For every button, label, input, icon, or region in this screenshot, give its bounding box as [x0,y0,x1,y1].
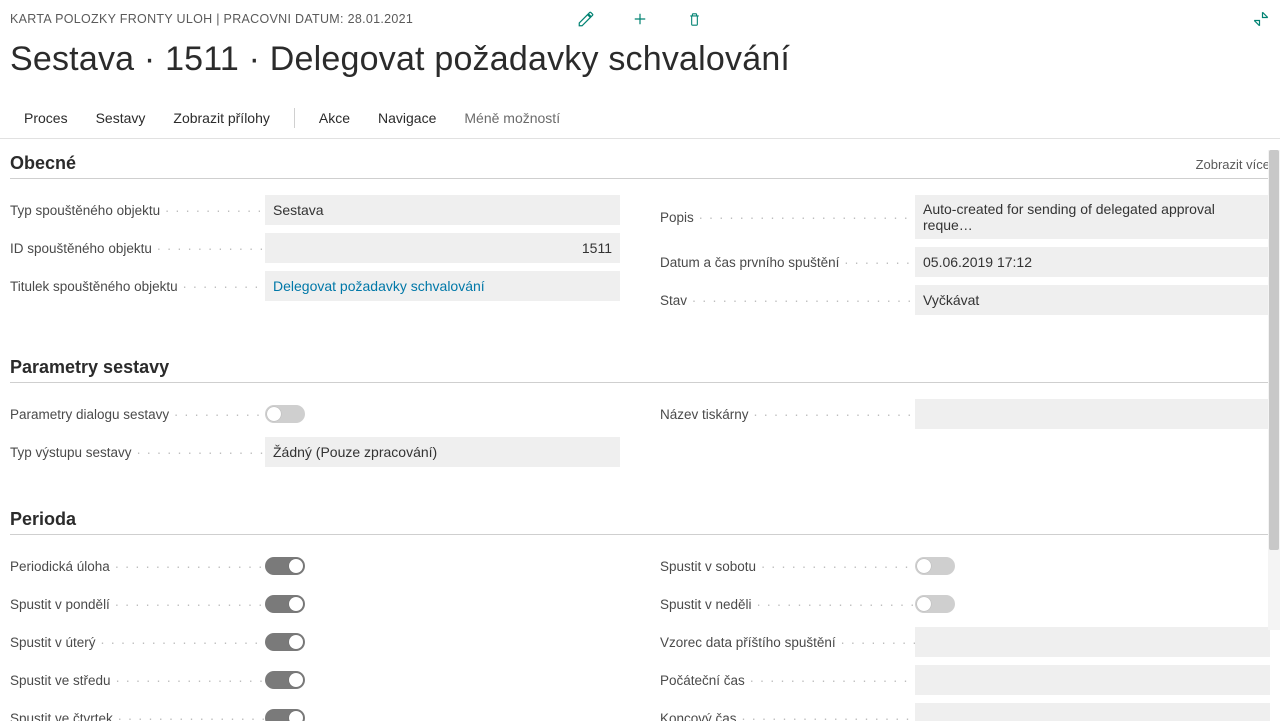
label-titulek: Titulek spouštěného objektu [10,279,265,294]
value-vzorec[interactable] [915,627,1270,657]
page-title: Sestava · 1511 · Delegovat požadavky sch… [0,34,1280,97]
action-sestavy[interactable]: Sestavy [82,100,160,136]
label-vystup: Typ výstupu sestavy [10,445,265,460]
action-proces[interactable]: Proces [10,100,82,136]
label-konc: Koncový čas [660,711,915,721]
label-datum: Datum a čas prvního spuštění [660,255,915,270]
label-sat: Spustit v sobotu [660,559,915,574]
scrollbar-track[interactable] [1268,150,1280,630]
toggle-mon[interactable] [265,595,305,613]
section-params-header: Parametry sestavy [10,357,1270,383]
label-sun: Spustit v neděli [660,597,915,612]
action-navigace[interactable]: Navigace [364,100,450,136]
label-popis: Popis [660,210,915,225]
label-stav: Stav [660,293,915,308]
section-period-header: Perioda [10,509,1270,535]
label-id-objektu: ID spouštěného objektu [10,241,265,256]
value-datum[interactable]: 05.06.2019 17:12 [915,247,1270,277]
value-konc[interactable] [915,703,1270,721]
toggle-dialog[interactable] [265,405,305,423]
value-typ-objektu[interactable]: Sestava [265,195,620,225]
scrollbar-thumb[interactable] [1269,150,1279,550]
toggle-sun[interactable] [915,595,955,613]
action-akce[interactable]: Akce [305,100,364,136]
value-titulek[interactable]: Delegovat požadavky schvalování [265,271,620,301]
collapse-icon[interactable] [1252,10,1270,28]
value-tiskarna[interactable] [915,399,1270,429]
content-area: Obecné Zobrazit více Typ spouštěného obj… [0,139,1280,721]
edit-icon[interactable] [576,9,596,29]
label-dialog: Parametry dialogu sestavy [10,407,265,422]
label-tiskarna: Název tiskárny [660,407,915,422]
toggle-periodic[interactable] [265,557,305,575]
add-icon[interactable] [630,9,650,29]
value-vystup[interactable]: Žádný (Pouze zpracování) [265,437,620,467]
label-wed: Spustit ve středu [10,673,265,688]
value-popis[interactable]: Auto-created for sending of delegated ap… [915,195,1270,239]
toggle-wed[interactable] [265,671,305,689]
section-period-title: Perioda [10,509,76,530]
label-typ-objektu: Typ spouštěného objektu [10,203,265,218]
section-general-title: Obecné [10,153,76,174]
value-pocat[interactable] [915,665,1270,695]
label-periodic: Periodická úloha [10,559,265,574]
section-general-header: Obecné Zobrazit více [10,153,1270,179]
divider [294,108,295,128]
toggle-sat[interactable] [915,557,955,575]
value-stav[interactable]: Vyčkávat [915,285,1270,315]
label-vzorec: Vzorec data příštího spuštění [660,635,915,650]
action-prilohy[interactable]: Zobrazit přílohy [159,100,283,136]
label-pocat: Počáteční čas [660,673,915,688]
delete-icon[interactable] [684,9,704,29]
label-thu: Spustit ve čtvrtek [10,711,265,721]
show-more-link[interactable]: Zobrazit více [1196,157,1270,172]
action-bar: Proces Sestavy Zobrazit přílohy Akce Nav… [0,97,1280,139]
section-params-title: Parametry sestavy [10,357,169,378]
breadcrumb: KARTA POLOZKY FRONTY ULOH | PRACOVNI DAT… [10,12,413,26]
label-tue: Spustit v úterý [10,635,265,650]
label-mon: Spustit v pondělí [10,597,265,612]
toggle-thu[interactable] [265,709,305,721]
value-id-objektu[interactable]: 1511 [265,233,620,263]
toggle-tue[interactable] [265,633,305,651]
action-more[interactable]: Méně možností [450,100,574,136]
